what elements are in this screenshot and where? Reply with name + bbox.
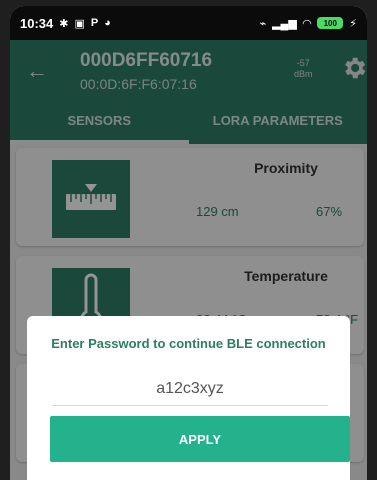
password-dialog: Enter Password to continue BLE connectio…: [27, 316, 350, 480]
password-input[interactable]: [52, 372, 328, 406]
status-bar: 10:34 ✱ ▣ P ◕ ⌁ ▂▄▆ ◠ 100 ⚡: [10, 6, 367, 40]
vibrate-icon: ⌁: [259, 17, 267, 30]
p-icon: P: [90, 17, 99, 29]
cast-icon: ▣: [74, 17, 85, 30]
battery-icon: 100: [317, 17, 344, 29]
wifi-icon: ◠: [302, 17, 312, 30]
signal-icon: ▂▄▆: [272, 17, 297, 30]
status-time: 10:34: [20, 15, 54, 31]
app-icon: ◕: [104, 17, 111, 29]
status-right-icons: ⌁ ▂▄▆ ◠ 100 ⚡: [259, 17, 357, 30]
charging-icon: ⚡: [349, 17, 357, 30]
apply-button[interactable]: APPLY: [50, 416, 350, 462]
bluetooth-icon: ✱: [59, 17, 69, 30]
dialog-prompt: Enter Password to continue BLE connectio…: [51, 336, 326, 351]
